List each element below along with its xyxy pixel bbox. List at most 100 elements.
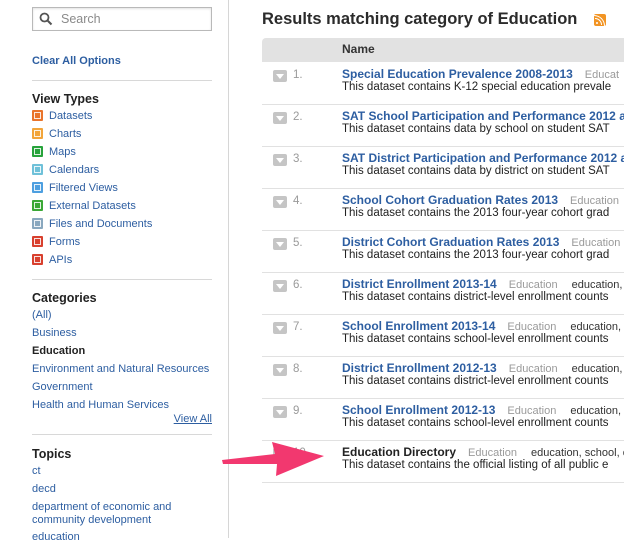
view-type-calendars[interactable]: Calendars [32, 164, 99, 180]
table-row: 6. District Enrollment 2013-14 Education ed… [262, 272, 624, 315]
datasets-icon [32, 110, 43, 121]
dataset-description: This dataset contains the official listi… [342, 459, 609, 471]
dataset-tags: education, [571, 363, 623, 375]
clear-all-options-link[interactable]: Clear All Options [32, 55, 121, 67]
column-header-name[interactable]: Name [342, 42, 375, 56]
dataset-name-link[interactable]: SAT School Participation and Performance… [342, 109, 624, 123]
search-icon [39, 12, 53, 26]
expand-toggle-icon[interactable] [273, 238, 287, 250]
annotation-arrow-icon [222, 442, 324, 476]
dataset-name: Education Directory [342, 445, 457, 459]
view-type-charts[interactable]: Charts [32, 128, 81, 144]
divider [32, 434, 212, 435]
dataset-name-link[interactable]: School Enrollment 2013-14 Education educat… [342, 319, 621, 333]
dataset-category: Educat [584, 69, 620, 81]
dataset-name-link[interactable]: Special Education Prevalence 2008-2013 Ed… [342, 67, 619, 81]
expand-toggle-icon[interactable] [273, 70, 287, 82]
table-row: 8. District Enrollment 2012-13 Education ed… [262, 356, 624, 399]
table-row: 2. SAT School Participation and Performan… [262, 104, 624, 147]
search-box[interactable] [32, 7, 212, 31]
category-item[interactable]: Business [32, 327, 77, 339]
divider [32, 279, 212, 280]
dataset-name: SAT District Participation and Performan… [342, 151, 624, 165]
view-type-label: Maps [49, 146, 76, 158]
expand-toggle-icon[interactable] [273, 364, 287, 376]
dataset-name-link[interactable]: District Enrollment 2013-14 Education educ… [342, 277, 622, 291]
topic-item[interactable]: department of economic and community dev… [32, 501, 192, 527]
category-item[interactable]: Education [32, 345, 85, 357]
view-type-maps[interactable]: Maps [32, 146, 76, 162]
dataset-name: District Cohort Graduation Rates 2013 [342, 235, 560, 249]
row-number: 3. [293, 153, 303, 165]
dataset-description: This dataset contains data by school on … [342, 123, 610, 135]
dataset-name-link[interactable]: District Enrollment 2012-13 Education educ… [342, 361, 622, 375]
dataset-description: This dataset contains district-level enr… [342, 291, 609, 303]
view-type-filtered-views[interactable]: Filtered Views [32, 182, 118, 198]
row-number: 6. [293, 279, 303, 291]
categories-heading: Categories [32, 291, 97, 305]
dataset-category: Education [570, 195, 619, 207]
topic-item[interactable]: decd [32, 483, 192, 496]
dataset-name-link[interactable]: Education Directory Education education, s… [342, 445, 624, 459]
dataset-category: Education [507, 405, 557, 417]
dataset-tags: education, [570, 321, 622, 333]
table-header: Name [262, 38, 624, 62]
category-item[interactable]: Government [32, 381, 93, 393]
expand-toggle-icon[interactable] [273, 406, 287, 418]
expand-toggle-icon[interactable] [273, 154, 287, 166]
row-number: 5. [293, 237, 303, 249]
view-type-label: Forms [49, 236, 81, 248]
table-row: 7. School Enrollment 2013-14 Education educ… [262, 314, 624, 357]
charts-icon [32, 128, 43, 139]
view-type-label: Charts [49, 128, 82, 140]
row-number: 4. [293, 195, 303, 207]
view-type-forms[interactable]: Forms [32, 236, 80, 252]
dataset-description: This dataset contains the 2013 four-year… [342, 207, 610, 219]
rss-icon[interactable] [594, 14, 606, 26]
category-item[interactable]: Health and Human Services [32, 399, 169, 411]
dataset-tags: education, school, e [530, 447, 624, 459]
dataset-name-link[interactable]: District Cohort Graduation Rates 2013 Edu… [342, 235, 620, 249]
page-title: Results matching category of Education [262, 10, 578, 28]
view-type-apis[interactable]: APIs [32, 254, 72, 270]
search-input[interactable] [61, 10, 201, 27]
category-item[interactable]: (All) [32, 309, 52, 321]
dataset-name: District Enrollment 2012-13 [342, 361, 497, 375]
forms-icon [32, 236, 43, 247]
view-all-categories-link[interactable]: View All [174, 413, 212, 425]
external-datasets-icon [32, 200, 43, 211]
dataset-tags: education, [570, 405, 622, 417]
maps-icon [32, 146, 43, 157]
row-number: 1. [293, 69, 303, 81]
topic-item[interactable]: ct [32, 465, 192, 478]
view-type-files-and-documents[interactable]: Files and Documents [32, 218, 152, 234]
view-type-label: External Datasets [49, 200, 136, 212]
view-type-external-datasets[interactable]: External Datasets [32, 200, 136, 216]
divider [32, 80, 212, 81]
calendars-icon [32, 164, 43, 175]
sidebar: Clear All Options View Types Datasets Cha… [0, 0, 229, 543]
dataset-category: Education [507, 321, 557, 333]
dataset-description: This dataset contains data by district o… [342, 165, 610, 177]
dataset-name: Special Education Prevalence 2008-2013 [342, 67, 573, 81]
dataset-name-link[interactable]: School Enrollment 2012-13 Education educat… [342, 403, 621, 417]
category-item[interactable]: Environment and Natural Resources [32, 363, 209, 375]
dataset-name: School Enrollment 2013-14 [342, 319, 496, 333]
expand-toggle-icon[interactable] [273, 280, 287, 292]
expand-toggle-icon[interactable] [273, 322, 287, 334]
dataset-description: This dataset contains school-level enrol… [342, 417, 609, 429]
dataset-category: Education [508, 279, 558, 291]
dataset-name: School Cohort Graduation Rates 2013 [342, 193, 559, 207]
expand-toggle-icon[interactable] [273, 112, 287, 124]
dataset-name-link[interactable]: SAT District Participation and Performan… [342, 151, 624, 165]
dataset-name-link[interactable]: School Cohort Graduation Rates 2013 Educa… [342, 193, 619, 207]
dataset-description: This dataset contains the 2013 four-year… [342, 249, 610, 261]
expand-toggle-icon[interactable] [273, 196, 287, 208]
view-type-label: APIs [49, 254, 73, 266]
table-row: 1. Special Education Prevalence 2008-2013… [262, 62, 624, 105]
view-type-datasets[interactable]: Datasets [32, 110, 92, 126]
dataset-name: School Enrollment 2012-13 [342, 403, 496, 417]
dataset-category: Education [571, 237, 621, 249]
dataset-description: This dataset contains district-level enr… [342, 375, 609, 387]
table-row: 3. SAT District Participation and Perform… [262, 146, 624, 189]
